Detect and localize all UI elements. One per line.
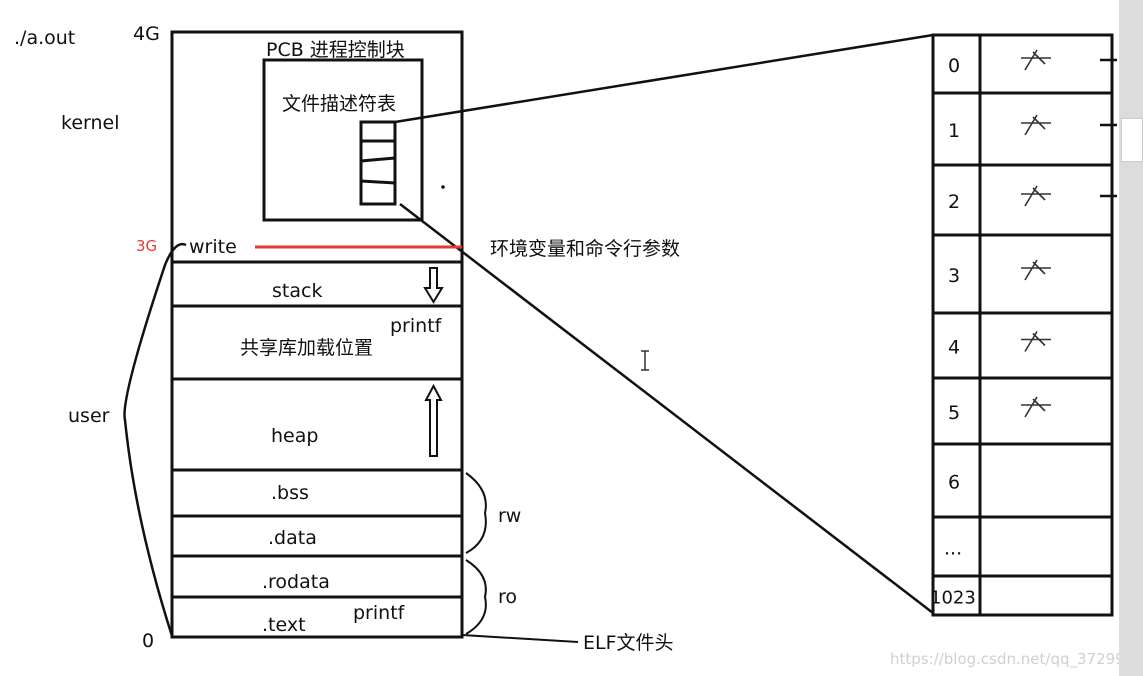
printf-text-label: printf <box>353 602 406 624</box>
elf-header-label: ELF文件头 <box>583 632 674 654</box>
fd-table-connector-top <box>394 33 934 124</box>
elf-header-pointer <box>461 634 579 643</box>
data-label: .data <box>268 527 317 549</box>
env-args-label: 环境变量和命令行参数 <box>490 238 680 260</box>
top-address-label: 4G <box>133 23 160 45</box>
fd-table-label: 文件描述符表 <box>282 93 396 115</box>
stack-label: stack <box>272 280 322 302</box>
pcb-box <box>262 58 424 222</box>
file-pointer-icon <box>1021 114 1051 136</box>
fd-index-label: 4 <box>948 337 960 359</box>
file-pointer-icon <box>1021 396 1051 418</box>
fd-index-label: 0 <box>948 55 960 77</box>
boundary-3g-label: 3G <box>136 237 157 255</box>
fd-index-label: ... <box>944 538 962 560</box>
fd-table-mini <box>359 120 397 206</box>
zero-address-label: 0 <box>142 630 154 652</box>
file-pointer-icon <box>1021 49 1051 71</box>
watermark: https://blog.csdn.net/qq_37299596 <box>890 650 1143 669</box>
user-label: user <box>68 405 110 427</box>
bss-label: .bss <box>271 482 309 504</box>
user-brace <box>123 242 187 637</box>
rw-label: rw <box>498 505 521 527</box>
kernel-label: kernel <box>61 112 120 134</box>
heap-label: heap <box>271 425 318 447</box>
ro-brace <box>465 559 487 635</box>
file-pointer-icon <box>1021 185 1051 207</box>
ro-label: ro <box>498 586 517 608</box>
fd-index-label: 2 <box>948 191 960 213</box>
text-label: .text <box>262 614 306 636</box>
fd-index-label: 1 <box>948 120 960 142</box>
rodata-label: .rodata <box>262 571 330 593</box>
file-pointer-icon <box>1021 331 1051 352</box>
pcb-label: PCB 进程控制块 <box>266 39 405 61</box>
fd-table: 0 1 2 3 4 5 6... 1023 <box>930 33 1117 617</box>
write-label: write <box>189 236 237 258</box>
fd-index-label: 5 <box>948 402 960 424</box>
program-label: ./a.out <box>14 27 75 49</box>
memory-layout-diagram: ./a.out 4G kernel PCB 进程控制块 文件描述符表 3G wr… <box>14 23 1143 669</box>
fd-index-label: 3 <box>948 265 960 287</box>
scrollbar-thumb[interactable] <box>1121 118 1143 162</box>
heap-up-arrow-icon <box>424 383 443 457</box>
vertical-scrollbar[interactable] <box>1119 0 1143 676</box>
stack-down-arrow-icon <box>423 267 444 304</box>
fd-index-label: 1023 <box>930 588 976 609</box>
file-pointer-icon <box>1021 259 1051 281</box>
printf-shared-label: printf <box>390 315 443 337</box>
text-cursor-icon <box>641 350 649 371</box>
fd-index-label: 6 <box>948 472 960 494</box>
rw-brace <box>465 472 487 554</box>
fd-table-connector-bottom <box>399 203 934 614</box>
shared-lib-label: 共享库加载位置 <box>240 337 373 359</box>
